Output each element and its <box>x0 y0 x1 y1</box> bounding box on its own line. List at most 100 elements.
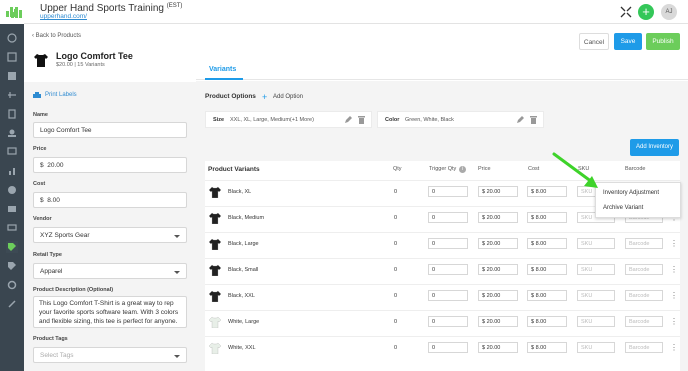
barcode-input[interactable]: Barcode <box>625 290 663 301</box>
chat-icon[interactable] <box>6 146 18 158</box>
variant-qty: 0 <box>394 293 398 299</box>
menu-archive-variant[interactable]: Archive Variant <box>603 205 643 211</box>
cost-input-row[interactable]: $ 8.00 <box>527 290 567 301</box>
cost-label: Cost <box>33 181 46 187</box>
history-icon[interactable] <box>6 184 18 196</box>
printer-icon[interactable] <box>33 92 41 100</box>
row-more-icon[interactable]: ⋮ <box>670 343 678 352</box>
delete-color-trash-icon[interactable] <box>530 116 537 126</box>
cost-input-row[interactable]: $ 8.00 <box>527 212 567 223</box>
description-textarea[interactable]: This Logo Comfort T-Shirt is a great way… <box>33 296 187 328</box>
edit-color-pencil-icon[interactable] <box>516 116 524 126</box>
sku-input[interactable]: SKU <box>577 264 615 275</box>
trigger-qty-input[interactable]: 0 <box>428 186 468 197</box>
variant-name: White, XXL <box>228 345 256 351</box>
row-more-icon[interactable]: ⋮ <box>670 265 678 274</box>
variant-tshirt-icon <box>208 342 222 355</box>
cost-input-row[interactable]: $ 8.00 <box>527 264 567 275</box>
edit-size-pencil-icon[interactable] <box>344 116 352 126</box>
clipboard-icon[interactable] <box>6 108 18 120</box>
price-currency: $ <box>40 162 44 169</box>
price-input-row[interactable]: $ 20.00 <box>478 290 518 301</box>
price-input[interactable]: $ 20.00 <box>33 157 187 173</box>
variant-qty: 0 <box>394 215 398 221</box>
name-input[interactable]: Logo Comfort Tee <box>33 122 187 138</box>
print-labels-link[interactable]: Print Labels <box>45 92 77 98</box>
row-more-icon[interactable]: ⋮ <box>670 317 678 326</box>
sku-input[interactable]: SKU <box>577 238 615 249</box>
brand-logo-icon[interactable] <box>10 4 24 20</box>
price-input-row[interactable]: $ 20.00 <box>478 342 518 353</box>
trigger-qty-input[interactable]: 0 <box>428 290 468 301</box>
retail-type-label: Retail Type <box>33 252 62 258</box>
cost-input-row[interactable]: $ 8.00 <box>527 342 567 353</box>
tab-variants[interactable]: Variants <box>209 66 236 73</box>
delete-size-trash-icon[interactable] <box>358 116 365 126</box>
sku-input[interactable]: SKU <box>577 290 615 301</box>
org-link[interactable]: upperhand.com/ <box>40 13 87 20</box>
expand-icon[interactable] <box>620 6 632 18</box>
row-more-icon[interactable]: ⋮ <box>670 291 678 300</box>
tag-icon[interactable] <box>6 260 18 272</box>
publish-button[interactable]: Publish <box>646 33 680 50</box>
barcode-input[interactable]: Barcode <box>625 316 663 327</box>
ticket-icon[interactable] <box>6 203 18 215</box>
size-option-label: Size <box>213 117 225 123</box>
sku-input[interactable]: SKU <box>577 316 615 327</box>
reports-icon[interactable] <box>6 165 18 177</box>
retail-type-select[interactable]: Apparel <box>33 263 187 279</box>
list-icon[interactable] <box>6 70 18 82</box>
price-input-row[interactable]: $ 20.00 <box>478 316 518 327</box>
product-options-title: Product Options <box>205 93 256 100</box>
vendor-select[interactable]: XYZ Sports Gear <box>33 227 187 243</box>
whistle-icon[interactable] <box>6 89 18 101</box>
row-price-value: 20.00 <box>486 319 501 325</box>
add-option-link[interactable]: Add Option <box>273 94 303 100</box>
add-inventory-button[interactable]: Add Inventory <box>630 139 679 156</box>
row-cost-value: 8.00 <box>535 241 547 247</box>
col-cost: Cost <box>528 166 540 172</box>
dashboard-icon[interactable] <box>6 32 18 44</box>
variant-qty: 0 <box>394 189 398 195</box>
col-product-variants: Product Variants <box>208 166 260 173</box>
row-price-currency: $ <box>482 215 486 221</box>
trigger-qty-input[interactable]: 0 <box>428 238 468 249</box>
products-tag-icon[interactable] <box>6 241 18 253</box>
avatar[interactable]: AJ <box>661 4 677 20</box>
variant-qty: 0 <box>394 319 398 325</box>
sku-input[interactable]: SKU <box>577 342 615 353</box>
save-button[interactable]: Save <box>614 33 642 50</box>
barcode-input[interactable]: Barcode <box>625 264 663 275</box>
settings-icon[interactable] <box>6 279 18 291</box>
menu-inventory-adjustment[interactable]: Inventory Adjustment <box>603 190 659 196</box>
row-cost-currency: $ <box>531 319 535 325</box>
trigger-info-icon[interactable]: i <box>459 166 466 173</box>
tools-icon[interactable] <box>6 298 18 310</box>
back-link[interactable]: ‹ Back to Products <box>32 33 81 39</box>
cost-input-row[interactable]: $ 8.00 <box>527 316 567 327</box>
trigger-qty-input[interactable]: 0 <box>428 342 468 353</box>
trigger-qty-input[interactable]: 0 <box>428 264 468 275</box>
barcode-input[interactable]: Barcode <box>625 238 663 249</box>
row-more-icon[interactable]: ⋮ <box>670 239 678 248</box>
cost-input-row[interactable]: $ 8.00 <box>527 238 567 249</box>
cancel-button[interactable]: Cancel <box>579 33 609 50</box>
color-option-label: Color <box>385 117 400 123</box>
quick-add-button[interactable]: + <box>638 4 654 20</box>
variant-tshirt-icon <box>208 186 222 199</box>
trigger-qty-input[interactable]: 0 <box>428 316 468 327</box>
cost-input[interactable]: $ 8.00 <box>33 192 187 208</box>
price-input-row[interactable]: $ 20.00 <box>478 212 518 223</box>
price-input-row[interactable]: $ 20.00 <box>478 186 518 197</box>
row-cost-currency: $ <box>531 267 535 273</box>
trigger-qty-input[interactable]: 0 <box>428 212 468 223</box>
tags-select[interactable]: Select Tags <box>33 347 187 363</box>
users-icon[interactable] <box>6 127 18 139</box>
cart-icon[interactable] <box>6 222 18 234</box>
product-name: Logo Comfort Tee <box>56 51 133 61</box>
barcode-input[interactable]: Barcode <box>625 342 663 353</box>
calendar-icon[interactable] <box>6 51 18 63</box>
price-input-row[interactable]: $ 20.00 <box>478 238 518 249</box>
price-input-row[interactable]: $ 20.00 <box>478 264 518 275</box>
add-option-plus-icon[interactable]: + <box>262 92 267 102</box>
